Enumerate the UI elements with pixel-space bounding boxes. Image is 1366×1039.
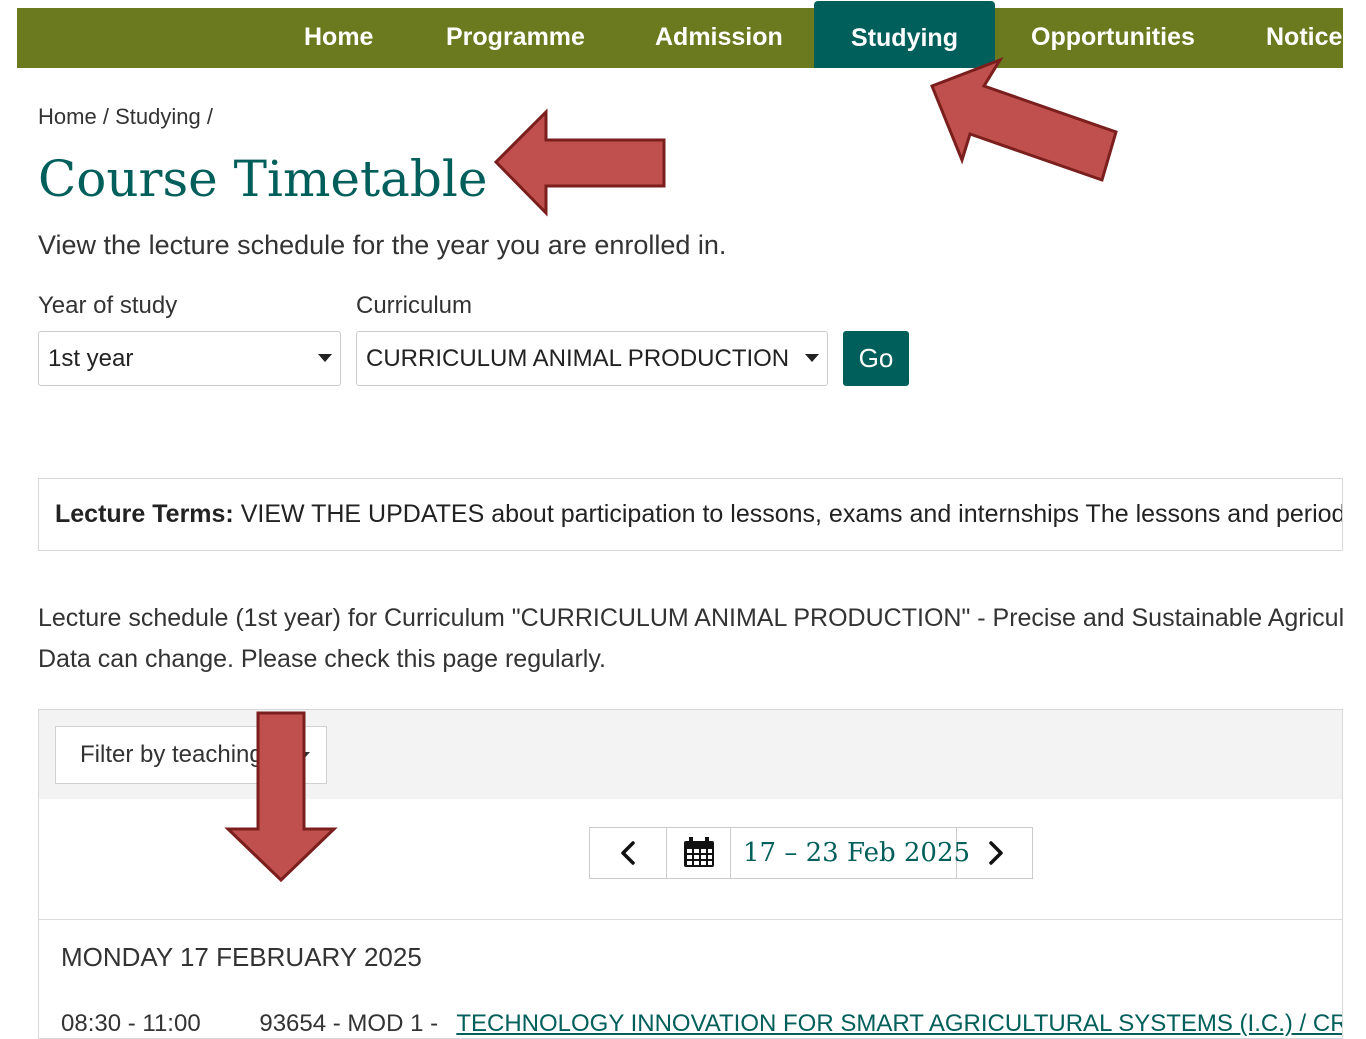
nav-programme[interactable]: Programme [446,8,585,68]
breadcrumb-studying[interactable]: Studying [115,104,201,129]
nav-admission[interactable]: Admission [655,8,783,68]
filter-by-teaching-dropdown[interactable]: Filter by teaching [55,726,327,784]
previous-week-button[interactable] [590,828,667,878]
go-button[interactable]: Go [843,331,909,386]
calendar-panel: Filter by teaching 17 – 23 Feb 2025 MOND… [38,709,1343,1039]
page-subtitle: View the lecture schedule for the year y… [38,230,727,260]
breadcrumb-separator: / [102,104,109,129]
year-of-study-label: Year of study [38,292,178,319]
event-code: 93654 - MOD 1 - [259,1010,439,1037]
filter-by-teaching-label: Filter by teaching [80,741,263,768]
calendar-icon [684,837,714,867]
schedule-info: Lecture schedule (1st year) for Curricul… [38,598,1343,680]
lecture-terms-text[interactable]: VIEW THE UPDATES about participation to … [241,500,1342,528]
schedule-disclaimer: Data can change. Please check this page … [38,645,606,673]
chevron-right-icon [989,841,1003,865]
caret-down-icon [318,354,332,362]
nav-studying[interactable]: Studying [814,1,995,68]
page-title: Course Timetable [38,150,488,208]
divider [39,919,1342,920]
arrow-left-annotation [493,108,666,217]
calendar-picker-button[interactable] [667,828,731,878]
date-range-display: 17 – 23 Feb 2025 [731,828,970,878]
curriculum-select[interactable]: CURRICULUM ANIMAL PRODUCTION [356,331,828,386]
lecture-terms-banner: Lecture Terms: VIEW THE UPDATES about pa… [38,478,1343,551]
calendar-toolbar: Filter by teaching [39,710,1342,799]
main-nav: Home Programme Admission Studying Opport… [17,1,1343,68]
caret-down-icon [296,752,310,760]
caret-down-icon [805,354,819,362]
lecture-terms-label: Lecture Terms: [55,500,234,528]
nav-home[interactable]: Home [304,8,373,68]
breadcrumb-home[interactable]: Home [38,104,97,129]
chevron-left-icon [621,841,635,865]
event-row: 08:30 - 11:00 93654 - MOD 1 - TECHNOLOGY… [61,1010,1342,1038]
event-title-link[interactable]: TECHNOLOGY INNOVATION FOR SMART AGRICULT… [456,1010,1342,1037]
year-of-study-select[interactable]: 1st year [38,331,341,386]
year-of-study-value: 1st year [48,345,134,372]
nav-opportunities[interactable]: Opportunities [1031,8,1195,68]
breadcrumb: Home / Studying / [38,104,213,130]
breadcrumb-separator: / [206,104,213,129]
nav-notice[interactable]: Notice [1266,8,1342,68]
day-heading: MONDAY 17 FEBRUARY 2025 [61,942,422,972]
schedule-description: Lecture schedule (1st year) for Curricul… [38,604,1343,632]
date-navigator: 17 – 23 Feb 2025 [589,827,1033,879]
curriculum-value: CURRICULUM ANIMAL PRODUCTION [366,345,790,372]
arrow-up-left-annotation [930,57,1118,182]
date-range-text: 17 – 23 Feb 2025 [743,838,971,868]
event-time: 08:30 - 11:00 [61,1010,201,1037]
next-week-button[interactable] [957,828,1032,878]
curriculum-label: Curriculum [356,292,473,319]
